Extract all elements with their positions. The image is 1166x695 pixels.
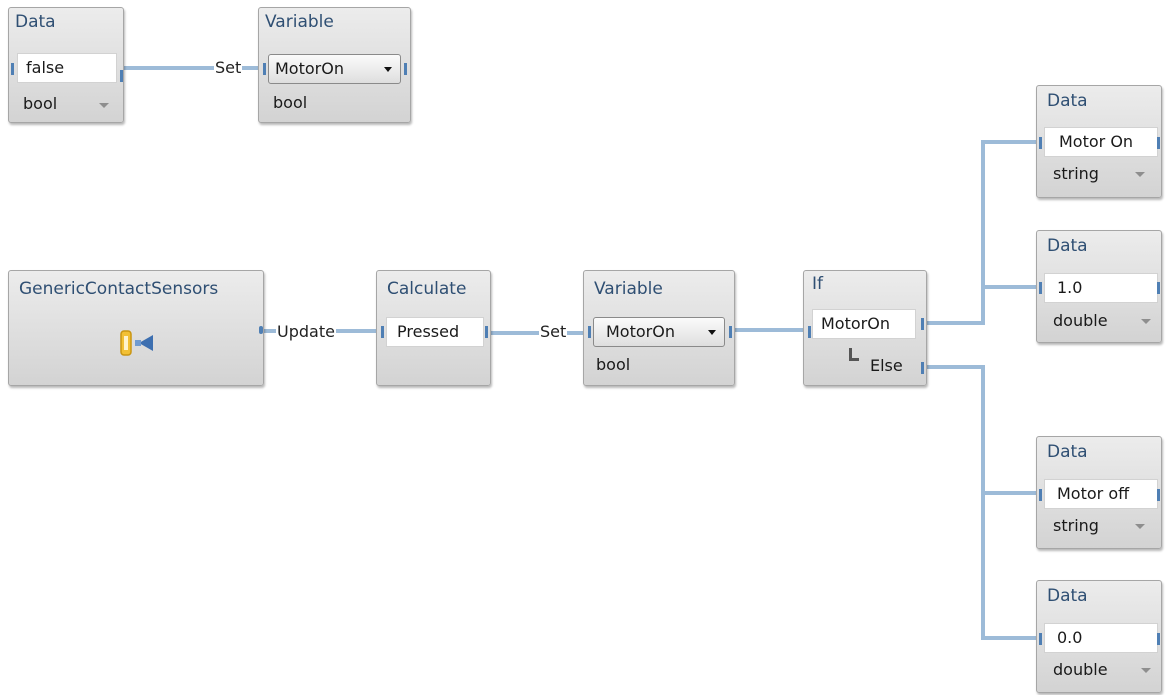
- variable-select-value: MotorOn: [606, 322, 675, 341]
- input-port[interactable]: [1039, 489, 1042, 501]
- data-type-label[interactable]: bool: [23, 93, 57, 115]
- wire-label-update: Update: [276, 322, 336, 342]
- node-title: Data: [1047, 91, 1088, 111]
- wire-label-set-top: Set: [214, 58, 243, 78]
- node-title: Data: [15, 12, 56, 32]
- variable-node-top[interactable]: Variable MotorOn bool: [258, 7, 411, 123]
- output-port-true[interactable]: [921, 318, 924, 330]
- output-port[interactable]: [120, 70, 123, 82]
- input-port[interactable]: [263, 63, 266, 75]
- output-port[interactable]: [404, 63, 407, 75]
- output-port[interactable]: [485, 326, 488, 338]
- data-node-false[interactable]: Data false bool: [8, 7, 124, 123]
- sensors-node[interactable]: GenericContactSensors: [8, 270, 264, 386]
- input-port[interactable]: [1039, 282, 1042, 294]
- chevron-down-icon: [384, 67, 392, 72]
- variable-select-value: MotorOn: [275, 59, 344, 78]
- data-type-label[interactable]: string: [1053, 163, 1099, 185]
- variable-type-label: bool: [273, 93, 308, 112]
- node-title: Calculate: [387, 279, 467, 299]
- data-value-field[interactable]: 1.0: [1044, 273, 1158, 303]
- input-port[interactable]: [11, 63, 14, 75]
- else-branch-icon: [849, 348, 859, 361]
- output-port[interactable]: [729, 326, 732, 338]
- output-port[interactable]: [1157, 489, 1160, 501]
- input-port[interactable]: [1039, 137, 1042, 149]
- calculate-node[interactable]: Calculate Pressed: [376, 270, 491, 386]
- input-port[interactable]: [588, 326, 591, 338]
- type-dropdown-icon[interactable]: [99, 103, 109, 108]
- variable-type-label: bool: [596, 355, 631, 374]
- data-type-label[interactable]: double: [1053, 310, 1108, 332]
- node-title: Variable: [265, 12, 334, 32]
- node-title: Variable: [594, 279, 663, 299]
- if-node[interactable]: If MotorOn Else: [803, 270, 927, 386]
- wire-label-set-mid: Set: [539, 322, 568, 342]
- input-port[interactable]: [1039, 633, 1042, 645]
- output-port[interactable]: [1157, 633, 1160, 645]
- type-dropdown-icon[interactable]: [1141, 668, 1151, 673]
- output-port[interactable]: [1157, 137, 1160, 149]
- node-title: Data: [1047, 586, 1088, 606]
- data-node-zero[interactable]: Data 0.0 double: [1036, 580, 1162, 693]
- node-title: Data: [1047, 442, 1088, 462]
- variable-select[interactable]: MotorOn: [593, 317, 725, 347]
- wire-if-true-to-one: [922, 285, 1040, 325]
- data-type-label[interactable]: string: [1053, 515, 1099, 537]
- data-node-motor-on[interactable]: Data Motor On string: [1036, 85, 1162, 198]
- node-title: GenericContactSensors: [19, 279, 219, 299]
- output-port-else[interactable]: [921, 362, 924, 374]
- input-port[interactable]: [808, 326, 811, 338]
- data-node-one[interactable]: Data 1.0 double: [1036, 230, 1162, 343]
- type-dropdown-icon[interactable]: [1141, 319, 1151, 324]
- else-label: Else: [870, 356, 903, 375]
- chevron-down-icon: [708, 330, 716, 335]
- data-value-field[interactable]: 0.0: [1044, 623, 1158, 653]
- type-dropdown-icon[interactable]: [1135, 524, 1145, 529]
- node-title: If: [812, 274, 823, 294]
- data-value-field[interactable]: Motor On: [1044, 127, 1158, 157]
- output-port[interactable]: [1157, 282, 1160, 294]
- output-port[interactable]: [259, 326, 263, 334]
- if-condition-field[interactable]: MotorOn: [812, 309, 916, 339]
- variable-node-mid[interactable]: Variable MotorOn bool: [583, 270, 735, 386]
- data-value-field[interactable]: false: [17, 53, 117, 83]
- calculate-expression-field[interactable]: Pressed: [386, 317, 484, 347]
- data-type-label[interactable]: double: [1053, 659, 1108, 681]
- data-node-motor-off[interactable]: Data Motor off string: [1036, 436, 1162, 549]
- node-title: Data: [1047, 236, 1088, 256]
- type-dropdown-icon[interactable]: [1135, 172, 1145, 177]
- wire-if-else-to-zero: [922, 365, 1040, 640]
- data-value-field[interactable]: Motor off: [1044, 479, 1158, 509]
- contact-sensor-icon: [120, 330, 153, 356]
- variable-select[interactable]: MotorOn: [268, 54, 401, 84]
- input-port[interactable]: [381, 326, 384, 338]
